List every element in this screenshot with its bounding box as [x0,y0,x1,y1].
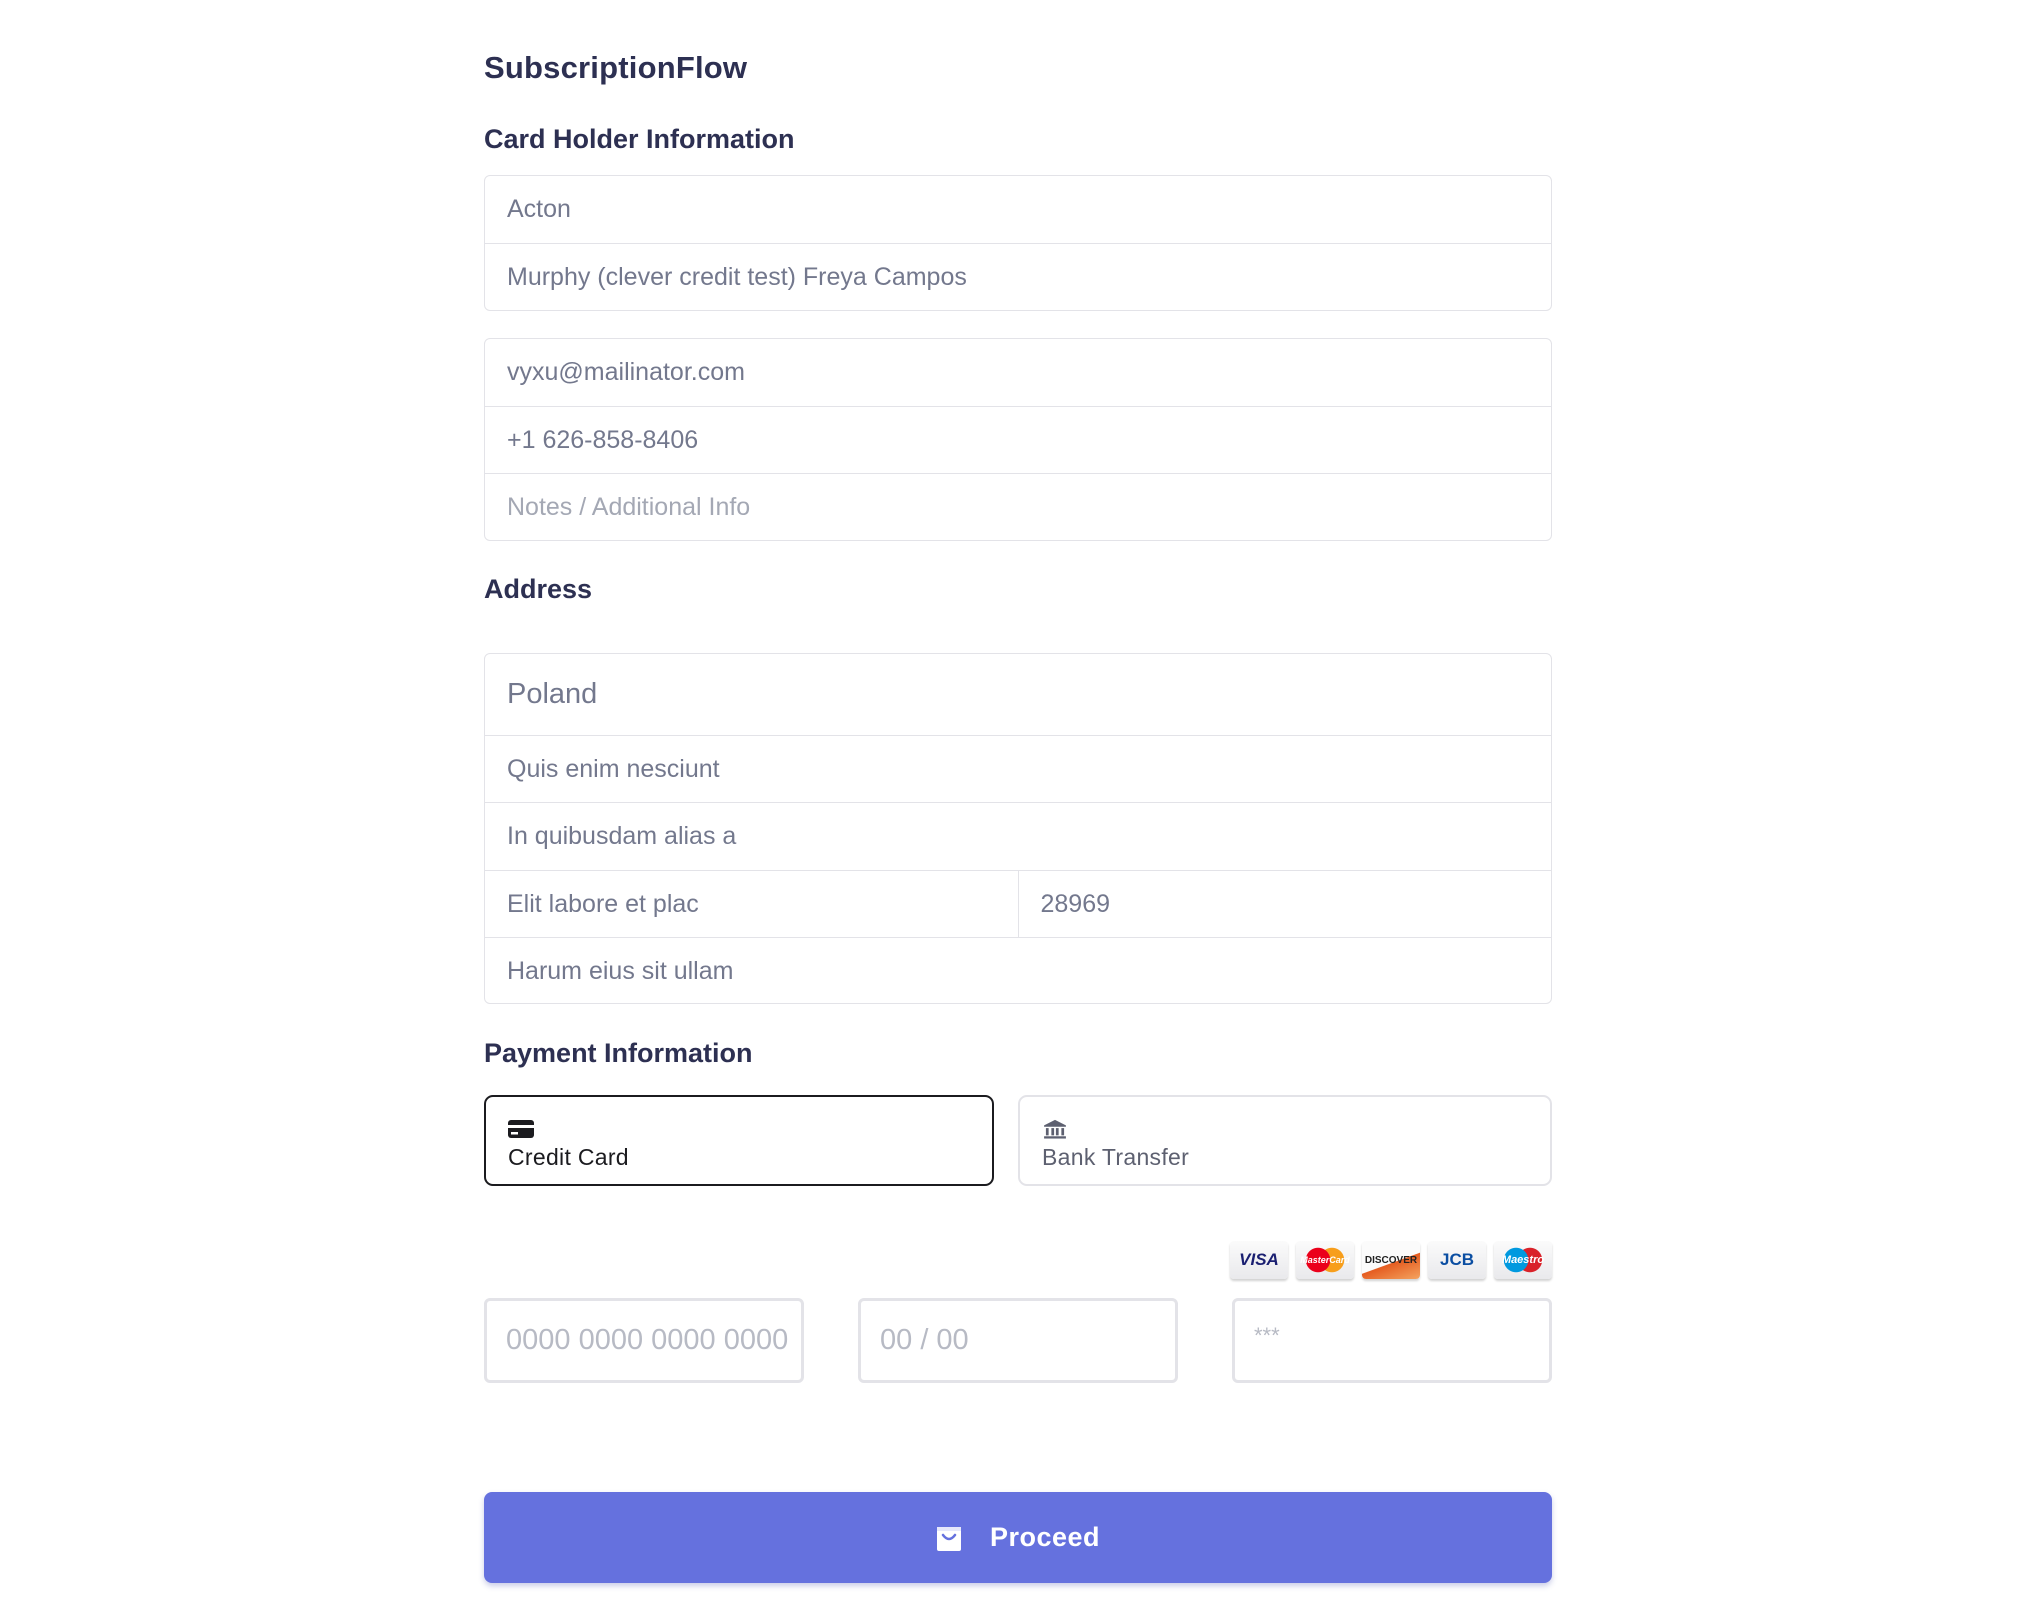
address-group: Poland Quis enim nesciunt In quibusdam a… [484,653,1552,1004]
name-group: Acton Murphy (clever credit test) Freya … [484,175,1552,311]
visa-logo: VISA [1230,1241,1288,1279]
email-row: vyxu@mailinator.com [485,339,1551,407]
bank-transfer-option[interactable]: Bank Transfer [1018,1095,1552,1186]
address-line2-input[interactable]: In quibusdam alias a [485,803,1551,870]
card-brand-logos: VISA MasterCard DISCOVER JCB Maestro [1230,1241,1552,1279]
discover-logo: DISCOVER [1362,1241,1420,1279]
country-row: Poland [485,654,1551,736]
maestro-logo: Maestro [1494,1241,1552,1279]
notes-input[interactable]: Notes / Additional Info [485,474,1551,540]
proceed-label: Proceed [989,1522,1101,1552]
credit-card-label: Credit Card [508,1144,629,1170]
last-name-row: Murphy (clever credit test) Freya Campos [485,244,1551,311]
shopping-bag-icon [936,1526,961,1551]
first-name-input[interactable]: Acton [485,176,1551,243]
phone-input[interactable]: +1 626-858-8406 [485,407,1551,473]
address-line2-row: In quibusdam alias a [485,803,1551,871]
payment-method-options: Credit Card Bank Transfer [484,1095,1552,1186]
country-select[interactable]: Poland [485,654,1551,735]
email-input[interactable]: vyxu@mailinator.com [485,339,1551,406]
notes-row: Notes / Additional Info [485,474,1551,540]
cvc-input[interactable]: *** [1232,1298,1552,1383]
credit-card-icon [508,1120,534,1138]
last-name-input[interactable]: Murphy (clever credit test) Freya Campos [485,244,1551,311]
bank-icon [1044,1119,1066,1139]
credit-card-option[interactable]: Credit Card [484,1095,994,1186]
proceed-button[interactable]: Proceed [484,1492,1552,1583]
address-line1-row: Quis enim nesciunt [485,736,1551,803]
bank-transfer-label: Bank Transfer [1042,1144,1190,1170]
state-row: Harum eius sit ullam [485,938,1551,1004]
city-input[interactable]: Elit labore et plac [485,871,1018,937]
card-number-input[interactable]: 0000 0000 0000 0000 [484,1298,804,1383]
card-holder-section-title: Card Holder Information [484,124,795,154]
zip-input[interactable]: 28969 [1017,871,1552,937]
address-line1-input[interactable]: Quis enim nesciunt [485,736,1551,802]
first-name-row: Acton [485,176,1551,244]
state-input[interactable]: Harum eius sit ullam [485,938,1551,1004]
phone-row: +1 626-858-8406 [485,407,1551,474]
payment-section-title: Payment Information [484,1038,753,1068]
city-zip-row: Elit labore et plac 28969 [485,871,1551,938]
contact-group: vyxu@mailinator.com +1 626-858-8406 Note… [484,338,1552,541]
expiry-input[interactable]: 00 / 00 [858,1298,1178,1383]
address-section-title: Address [484,574,593,604]
jcb-logo: JCB [1428,1241,1486,1279]
mastercard-logo: MasterCard [1296,1241,1354,1279]
app-title: SubscriptionFlow [484,50,748,85]
